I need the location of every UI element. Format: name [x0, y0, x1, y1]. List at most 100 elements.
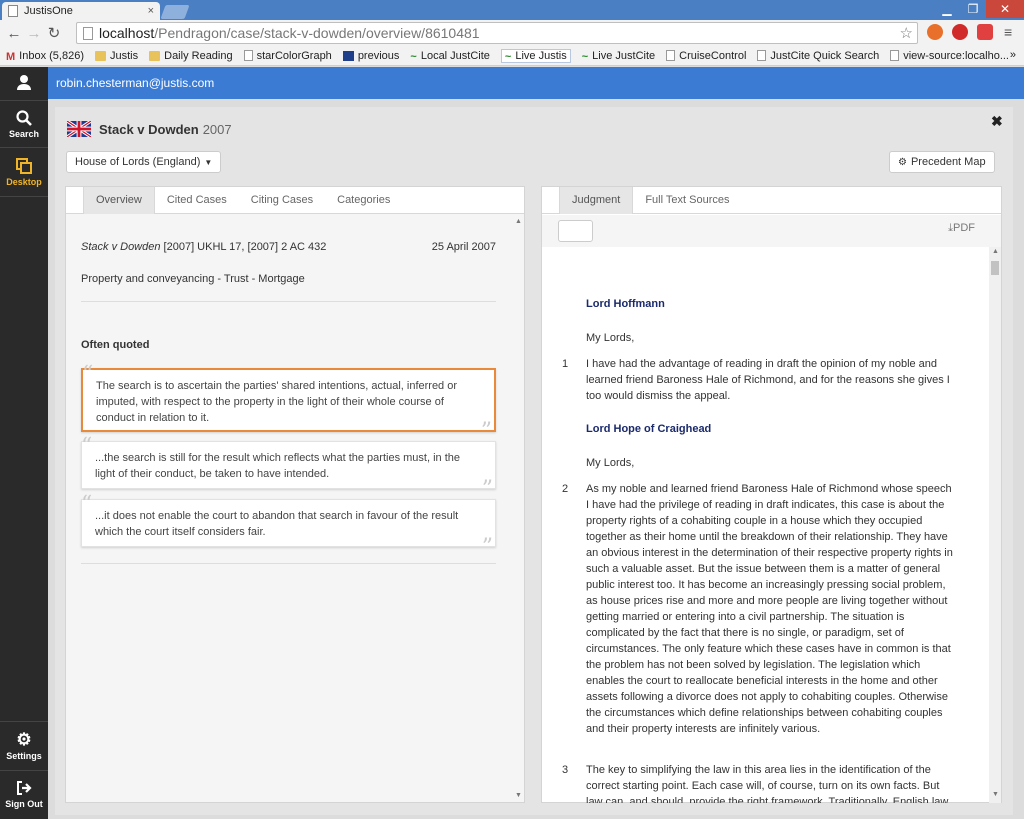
left-tabs: Overview Cited Cases Citing Cases Catego…	[66, 187, 524, 214]
case-title: Stack v Dowden 2007	[67, 121, 232, 137]
open-quote-icon: “	[81, 434, 93, 459]
forward-arrow-icon[interactable]: →	[24, 25, 44, 42]
restore-icon[interactable]: ❐	[960, 0, 986, 18]
bookmark-item[interactable]: M Inbox (5,826)	[6, 50, 84, 63]
tab-citing-cases[interactable]: Citing Cases	[239, 187, 325, 214]
judge-name: Lord Hope of Craighead	[586, 423, 712, 435]
sidebar-item-desktop[interactable]: Desktop	[0, 157, 48, 187]
browser-tabstrip: JustisOne × ▁ ❐ ✕	[0, 0, 1024, 20]
bookmark-item[interactable]: starColorGraph	[243, 50, 332, 62]
bookmark-item[interactable]: view-source:localho...	[890, 50, 1009, 62]
salutation: My Lords,	[586, 332, 635, 344]
judgment-toolbar: ⤓PDF	[542, 215, 1001, 247]
minimize-icon[interactable]: ▁	[934, 0, 960, 18]
window-close-icon[interactable]: ✕	[986, 0, 1024, 18]
uk-flag-icon	[67, 121, 91, 137]
bookmark-item[interactable]: ~ Live Justis	[500, 48, 571, 63]
search-icon	[16, 110, 32, 126]
caret-down-icon: ▼	[204, 157, 213, 167]
sidebar-label-desktop: Desktop	[6, 177, 42, 187]
judgment-scrollbar[interactable]: ▲ ▼	[989, 247, 1001, 803]
scroll-up-icon[interactable]: ▲	[515, 218, 522, 225]
sign-out-icon	[17, 781, 32, 795]
case-citation: Stack v Dowden [2007] UKHL 17, [2007] 2 …	[81, 241, 496, 253]
reload-icon[interactable]: ↻	[44, 24, 64, 42]
profile-button[interactable]	[0, 73, 48, 93]
right-tabs: Judgment Full Text Sources	[542, 187, 1001, 214]
pdf-download-button[interactable]: ⤓PDF	[948, 222, 975, 235]
case-subject: Property and conveyancing - Trust - Mort…	[81, 273, 305, 285]
often-quoted-heading: Often quoted	[81, 339, 150, 351]
precedent-map-label: Precedent Map	[910, 156, 986, 168]
quote-text: ...the search is still for the result wh…	[95, 452, 460, 480]
page-icon	[243, 50, 253, 61]
sidebar-item-search[interactable]: Search	[0, 109, 48, 139]
scroll-down-icon[interactable]: ▼	[515, 792, 522, 799]
salutation: My Lords,	[586, 457, 635, 469]
page-icon	[757, 50, 767, 61]
wave-icon: ~	[581, 50, 589, 63]
tab-judgment[interactable]: Judgment	[559, 187, 634, 214]
extension-cast-icon[interactable]	[977, 24, 993, 40]
paragraph-number: 1	[562, 358, 569, 370]
bookmark-item[interactable]: Daily Reading	[149, 50, 233, 62]
extension-opera-icon[interactable]	[952, 24, 968, 40]
scrollbar-thumb[interactable]	[991, 261, 999, 275]
new-tab-button[interactable]	[160, 5, 190, 19]
judgment-search-input[interactable]	[558, 220, 593, 242]
browser-toolbar: ← → ↻ localhost/Pendragon/case/stack-v-d…	[0, 20, 1024, 46]
tab-full-text-sources[interactable]: Full Text Sources	[633, 187, 741, 214]
extension-fire-icon[interactable]	[927, 24, 943, 40]
bookmark-item[interactable]: CruiseControl	[666, 50, 746, 62]
precedent-map-button[interactable]: ⚙ Precedent Map	[889, 151, 995, 173]
sv-icon	[342, 50, 354, 61]
bookmarks-overflow[interactable]: »	[1010, 49, 1016, 61]
court-dropdown[interactable]: House of Lords (England) ▼	[66, 151, 222, 173]
bookmark-item[interactable]: JustCite Quick Search	[757, 50, 879, 62]
bookmark-item[interactable]: previous	[342, 50, 399, 62]
quote-text: The search is to ascertain the parties' …	[96, 380, 458, 424]
tab-categories[interactable]: Categories	[325, 187, 402, 214]
tab-overview[interactable]: Overview	[83, 187, 155, 214]
close-quote-icon: ”	[481, 477, 493, 502]
tab-cited-cases[interactable]: Cited Cases	[155, 187, 239, 214]
gmail-icon: M	[6, 50, 16, 63]
sidebar-divider	[0, 770, 48, 771]
quote-card[interactable]: “ ...the search is still for the result …	[81, 434, 496, 501]
scroll-down-icon[interactable]: ▼	[992, 791, 999, 798]
scroll-up-icon[interactable]: ▲	[992, 248, 999, 255]
divider	[81, 563, 496, 564]
bookmark-item[interactable]: Justis	[95, 50, 138, 62]
quote-card[interactable]: “ The search is to ascertain the parties…	[81, 364, 496, 443]
paragraph-number: 3	[562, 764, 569, 776]
wave-icon: ~	[410, 50, 417, 63]
address-bar[interactable]: localhost/Pendragon/case/stack-v-dowden/…	[76, 22, 918, 44]
judgment-text: Lord Hoffmann My Lords, 1 I have had the…	[542, 247, 989, 803]
sidebar-item-signout[interactable]: Sign Out	[0, 779, 48, 809]
overview-content: Stack v Dowden [2007] UKHL 17, [2007] 2 …	[66, 215, 516, 803]
case-name: Stack v Dowden	[99, 121, 199, 137]
quote-text: ...it does not enable the court to aband…	[95, 510, 459, 538]
close-quote-icon: ”	[480, 419, 492, 444]
menu-icon[interactable]: ≡	[1004, 24, 1012, 40]
citation-case-name: Stack v Dowden	[81, 241, 161, 253]
case-year: 2007	[202, 121, 232, 137]
close-icon[interactable]: ✖	[991, 113, 1003, 130]
app-sidebar: Search Desktop ⚙ Settings Sign Out	[0, 67, 48, 819]
quote-card[interactable]: “ ...it does not enable the court to aba…	[81, 494, 496, 559]
sidebar-label-signout: Sign Out	[5, 799, 43, 809]
sidebar-item-settings[interactable]: ⚙ Settings	[0, 730, 48, 762]
sidebar-label-settings: Settings	[6, 751, 42, 761]
tab-close-icon[interactable]: ×	[148, 5, 154, 17]
desktop-icon	[16, 158, 32, 174]
bookmark-item[interactable]: ~ Live JustCite	[581, 50, 655, 63]
gear-icon: ⚙	[16, 730, 32, 749]
browser-tab[interactable]: JustisOne ×	[2, 2, 160, 20]
bookmark-star-icon[interactable]: ☆	[900, 24, 913, 42]
bookmark-item[interactable]: ~ Local JustCite	[410, 50, 490, 63]
citation-refs: [2007] UKHL 17, [2007] 2 AC 432	[160, 241, 327, 253]
sidebar-divider	[0, 196, 48, 197]
wave-icon: ~	[504, 50, 512, 63]
user-icon	[17, 75, 31, 90]
back-arrow-icon[interactable]: ←	[4, 25, 24, 42]
